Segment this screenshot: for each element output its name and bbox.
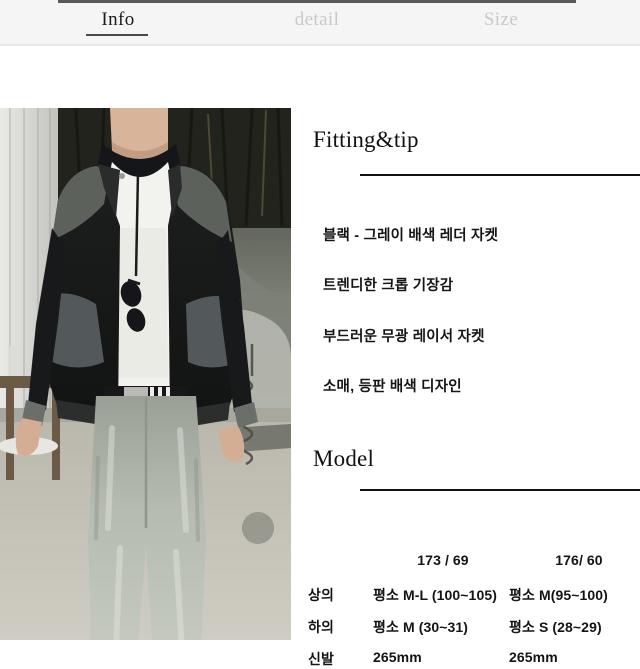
fitting-bullet-3: 부드러운 무광 레이서 자켓 — [323, 329, 485, 345]
model-row-bottom-value-1: 평소 M (30~31) — [373, 619, 469, 635]
model-row-top-value-2: 평소 M(95~100) — [509, 587, 608, 603]
fitting-tip-heading: Fitting&tip — [313, 127, 419, 152]
product-info-panel: Fitting&tip 블랙 - 그레이 배색 레더 자켓 트렌디한 크롭 기장… — [291, 46, 640, 667]
tab-size[interactable]: Size — [436, 7, 566, 37]
model-row-label-shoes: 신발 — [308, 651, 334, 667]
model-row-label-top: 상의 — [308, 587, 334, 603]
fitting-tip-divider — [360, 174, 640, 176]
fitting-bullet-2: 트렌디한 크롭 기장감 — [323, 278, 454, 294]
tab-info-active-underline — [86, 34, 148, 36]
model-row-shoes-value-1: 265mm — [373, 649, 422, 665]
product-photo — [0, 108, 291, 640]
fitting-bullet-1: 블랙 - 그레이 배색 레더 자켓 — [323, 228, 499, 244]
tab-bar-top-divider — [58, 0, 576, 3]
model-divider — [360, 489, 640, 491]
model-heading: Model — [313, 446, 375, 471]
model-row-label-bottom: 하의 — [308, 619, 334, 635]
product-photo-illustration — [0, 108, 291, 640]
tab-detail[interactable]: detail — [252, 7, 382, 37]
fitting-bullet-4: 소매, 등판 배색 디자인 — [323, 379, 462, 395]
tab-info[interactable]: Info — [66, 7, 170, 37]
model-column-header-2: 176/ 60 — [555, 552, 603, 568]
model-row-bottom-value-2: 평소 S (28~29) — [509, 619, 602, 635]
tab-bar: Info detail Size — [0, 0, 640, 46]
model-row-top-value-1: 평소 M-L (100~105) — [373, 587, 497, 603]
model-column-header-1: 173 / 69 — [417, 552, 469, 568]
model-row-shoes-value-2: 265mm — [509, 649, 558, 665]
